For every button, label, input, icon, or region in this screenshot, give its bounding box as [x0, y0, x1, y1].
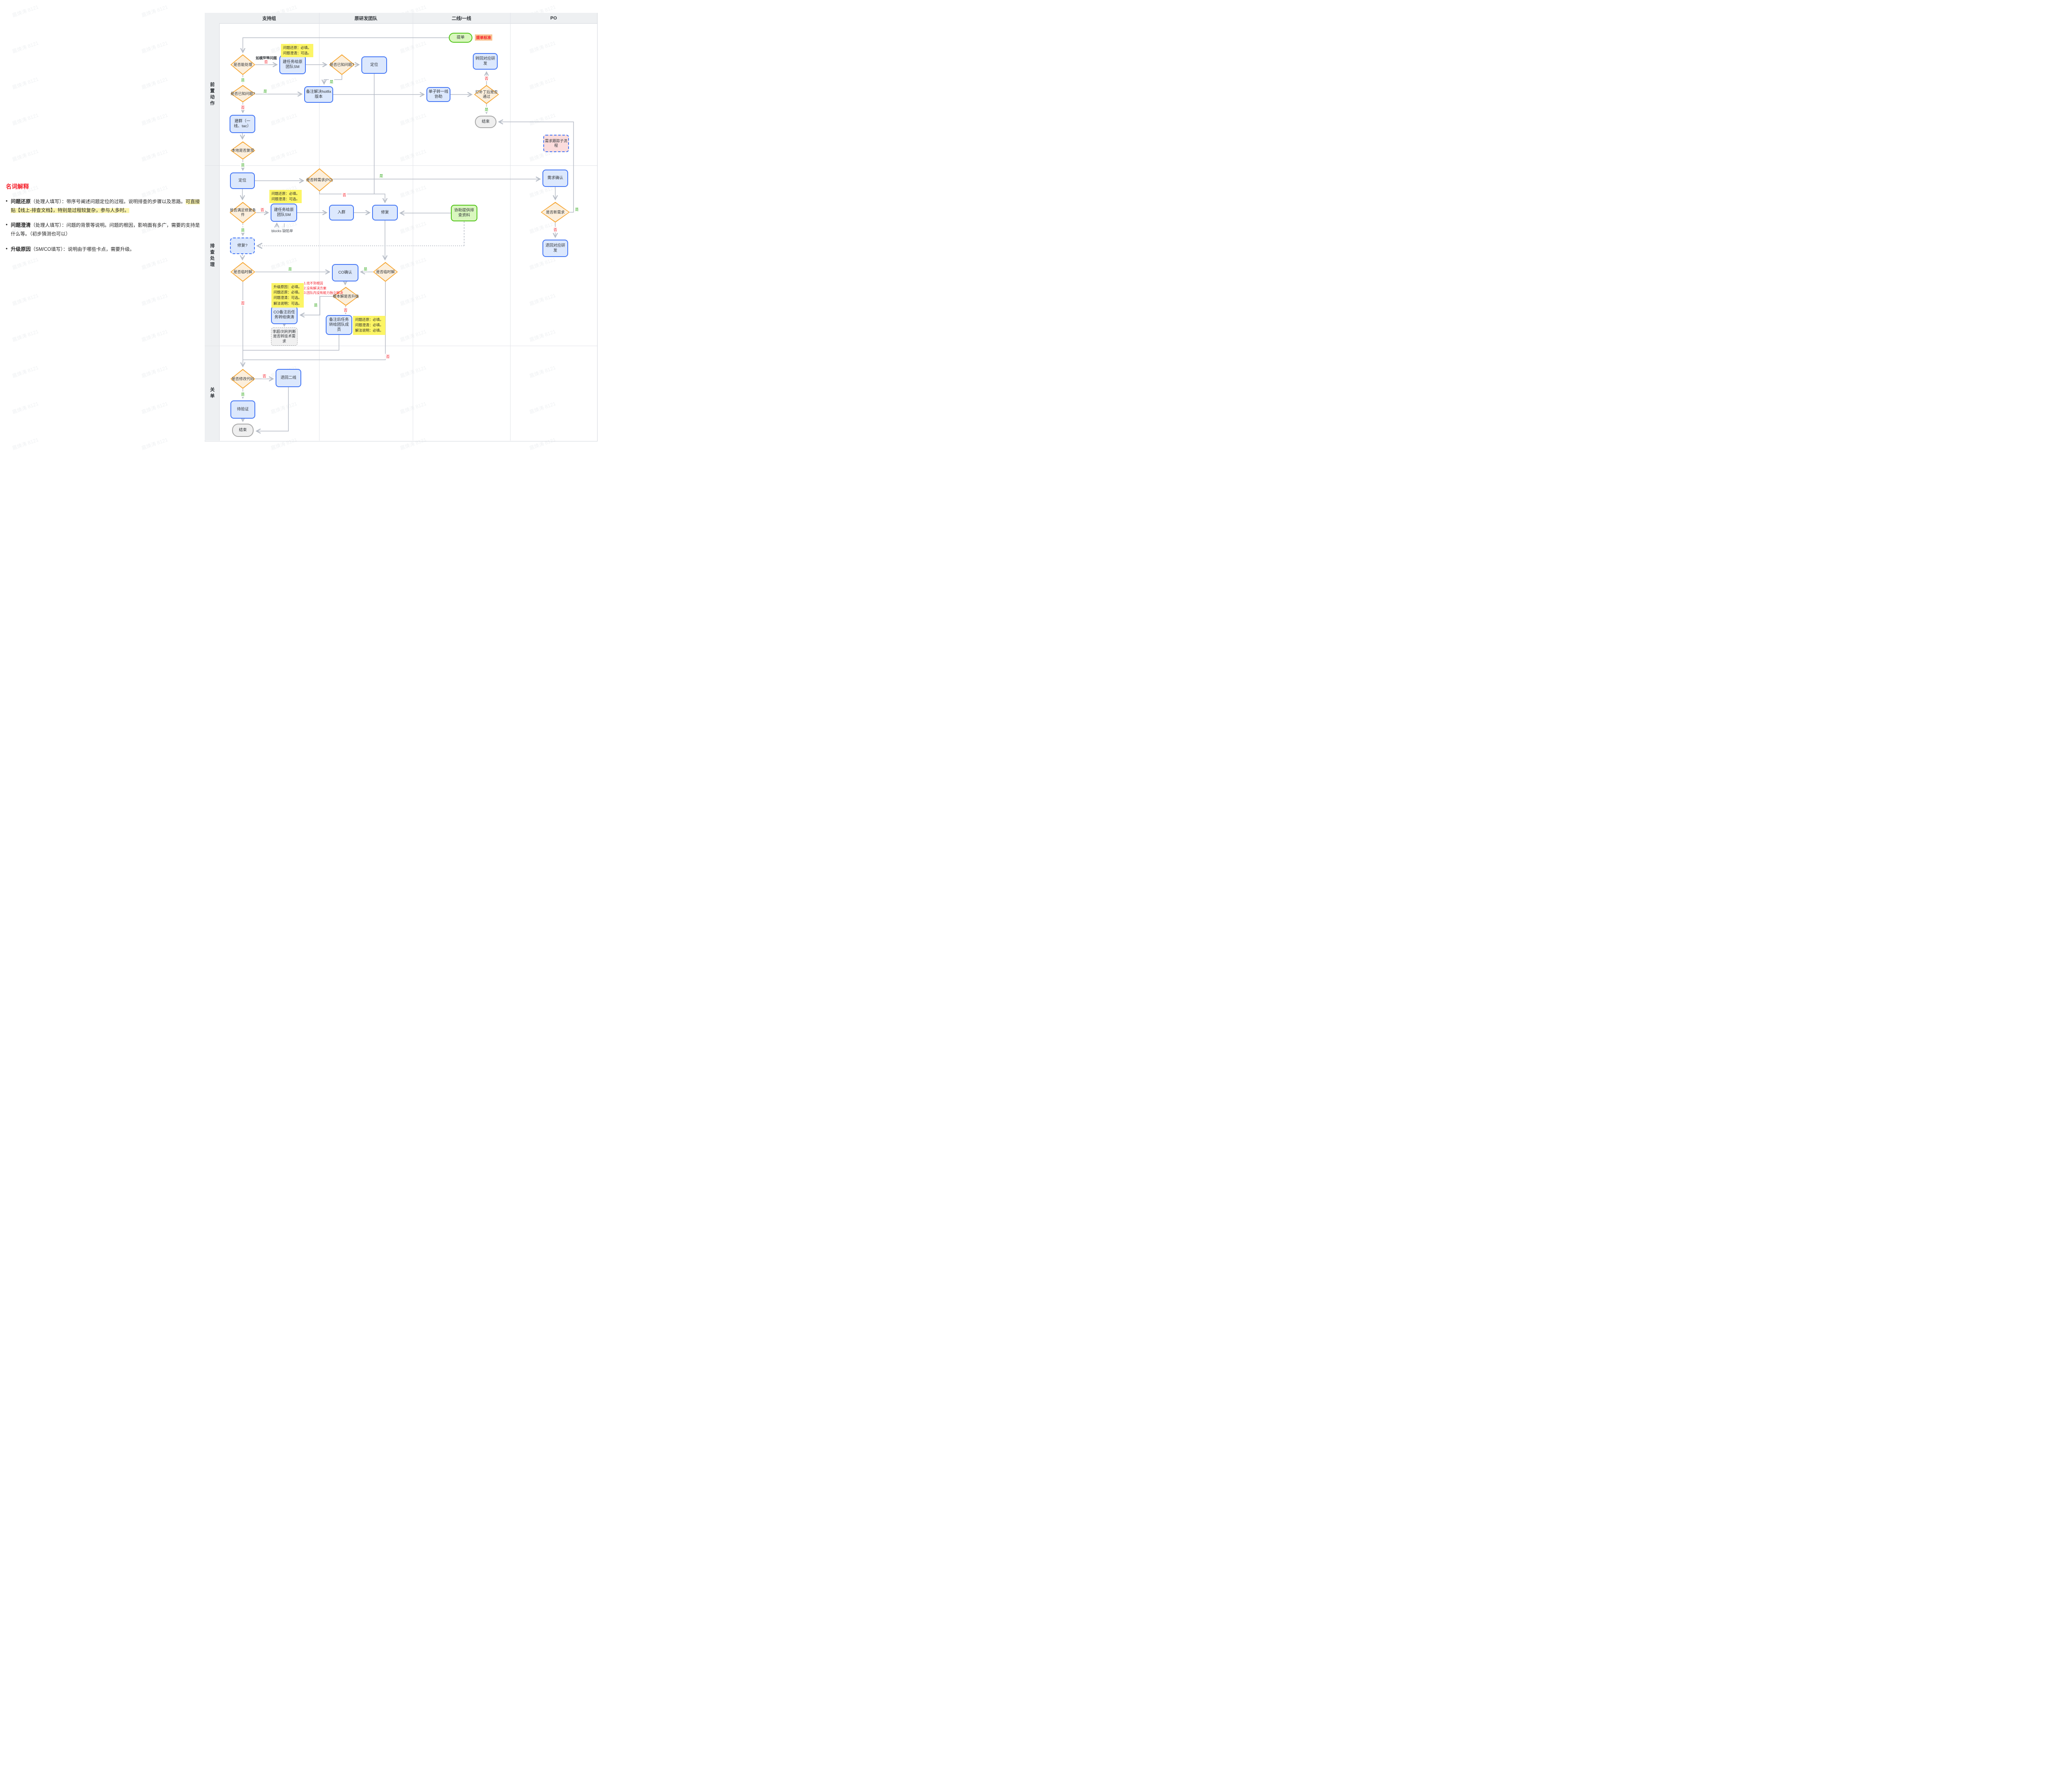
process-return-to-rd-2[interactable]: 退回对应研发: [542, 240, 568, 257]
process-lichao-liuli-judge[interactable]: 李超/刘利判断是否转技术需求: [271, 327, 298, 346]
process-transfer-to-line1[interactable]: 单子转一线协助: [426, 87, 450, 102]
decision-known-issue-1[interactable]: 是否已知问题?: [329, 54, 355, 75]
process-note-hotfix[interactable]: 备注解决hotfix版本: [304, 86, 333, 103]
process-create-group[interactable]: 建群（一线、tac）: [230, 115, 255, 133]
decision-patch-passed[interactable]: 打补丁后是否通过: [474, 85, 499, 104]
sticky-note-restore-fill-2[interactable]: 问题还原：必填。问题澄清：可选。: [269, 190, 302, 203]
bullet-icon: •: [6, 197, 7, 215]
edge-label-yes: 是: [287, 267, 293, 272]
end-node-top[interactable]: 结束: [475, 116, 496, 128]
decision-can-handle[interactable]: 是否能处理: [230, 54, 255, 75]
process-create-task-sm-1[interactable]: 建任务给原团队SM: [279, 55, 306, 74]
end-node-bottom[interactable]: 结束: [232, 424, 254, 437]
bullet-icon: •: [6, 245, 7, 254]
edge-label-yes: 是: [484, 107, 489, 112]
glossary-item-restore: • 问题还原（处理人填写）：带序号阐述问题定位的过程。说明排查的步骤以及思路。可…: [6, 197, 201, 215]
edge-label-yes: 是: [240, 162, 245, 168]
red-note-escalation-reasons: 1.找不到根因2.没有解决方案3.团队内没有能力独立解决: [304, 281, 343, 296]
glossary-item-clarify: • 问题澄清（处理人填写）：问题的背景等说明。问题的根因，影响面有多广，需要的支…: [6, 221, 201, 238]
process-co-note-transfer-huantao[interactable]: CO备注后任务转给焕涛: [271, 306, 298, 324]
edge-label-yes: 是: [574, 207, 579, 212]
decision-convert-to-requirement[interactable]: 是否转需求(PO): [306, 168, 333, 192]
edge-label-yes: 是: [313, 303, 318, 308]
start-node-submit-ticket[interactable]: 提单: [449, 33, 472, 43]
edge-label-yes: 是: [240, 228, 245, 233]
edge-label-no: 否: [240, 301, 245, 306]
process-note-transfer-team-member[interactable]: 备注后任务转给团队成员: [326, 315, 352, 335]
edge-label-yes: 是: [363, 267, 368, 272]
subprocess-requirement-tracking[interactable]: 需求跟踪子流程: [543, 135, 569, 152]
glossary-list: • 问题还原（处理人填写）：带序号阐述问题定位的过程。说明排查的步骤以及思路。可…: [6, 197, 201, 254]
edge-label-yes: 是: [262, 89, 268, 94]
edge-label-no: 否: [259, 207, 265, 213]
process-assist-provide-materials[interactable]: 协助提供排查资料: [451, 205, 477, 221]
edge-label-no: 否: [341, 192, 347, 198]
edge-label-no: 否: [261, 373, 267, 379]
process-return-line2[interactable]: 退回二线: [276, 369, 301, 387]
blocks-defect-annotation: blocks 缺陷单: [271, 228, 293, 233]
process-pending-verify[interactable]: 待验证: [230, 400, 255, 419]
sticky-note-escalation-fields[interactable]: 升级原因：必填。问题还原：必填。问题澄清：可选。解法说明：可选。: [271, 283, 304, 308]
edge-label-no: 否: [552, 227, 558, 233]
process-return-to-rd[interactable]: 转回对应研发: [473, 53, 498, 70]
ticket-standard-tag[interactable]: 提单标准: [475, 34, 492, 41]
decision-temp-solution-left[interactable]: 是否临时解: [230, 262, 255, 282]
edge-label-yes: 是: [329, 79, 334, 85]
decision-temp-solution-right[interactable]: 是否临时解: [373, 262, 398, 282]
process-locate-1[interactable]: 定位: [361, 56, 387, 74]
decision-known-issue-2[interactable]: 是否已知问题?: [230, 85, 255, 102]
sticky-note-required-fields[interactable]: 问题还原：必填。问题澄清：必填。解法说明：必填。: [353, 316, 385, 335]
decision-code-modified[interactable]: 是否修改代码: [230, 369, 255, 389]
process-join-group[interactable]: 入群: [329, 205, 354, 221]
process-create-task-sm-2[interactable]: 建任务给原团队SM: [271, 204, 297, 222]
edge-label-yes: 是: [240, 392, 245, 397]
edge-label-no: 否: [385, 354, 390, 359]
decision-new-requirement[interactable]: 是否新需求: [541, 202, 570, 223]
edge-label-no: 否: [343, 308, 348, 313]
decision-local-reproduce[interactable]: 本地是否复现: [230, 141, 255, 160]
glossary-panel: 名词解释 • 问题还原（处理人填写）：带序号阐述问题定位的过程。说明排查的步骤以…: [6, 182, 201, 260]
process-locate-2[interactable]: 定位: [230, 172, 255, 189]
process-requirement-confirm[interactable]: 需求确认: [542, 170, 568, 187]
process-fix[interactable]: 修复: [372, 205, 398, 221]
process-fix-question[interactable]: 修复?: [230, 238, 255, 254]
edge-label-no: 否: [240, 105, 245, 110]
edge-label-yes: 是: [240, 78, 245, 83]
glossary-item-escalation: • 升级原因（SM/CO填写）：说明由于哪些卡点，需要升级。: [6, 245, 201, 254]
bullet-icon: •: [6, 221, 7, 238]
edge-label-yes: 是: [378, 173, 384, 179]
glossary-title: 名词解释: [6, 182, 201, 191]
edge-label-no: 否: [263, 59, 269, 65]
edge-label-no: 否: [484, 76, 489, 81]
decision-meets-fix-conditions[interactable]: 是否满足修复条件: [230, 202, 256, 223]
sticky-note-restore-fill[interactable]: 问题还原：必填。问题澄清：可选。: [281, 44, 313, 57]
process-co-confirm[interactable]: CO确认: [332, 264, 358, 281]
